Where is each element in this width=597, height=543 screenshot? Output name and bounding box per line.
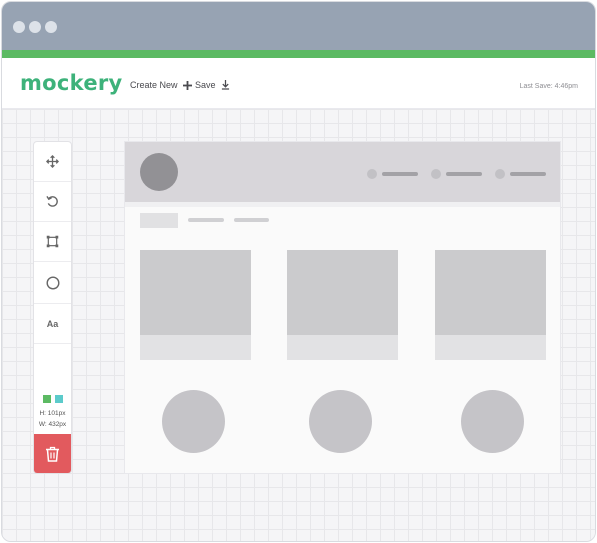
wireframe-text-line[interactable] — [234, 218, 269, 222]
window-titlebar — [2, 2, 595, 50]
trash-icon — [46, 446, 59, 462]
wireframe-divider — [125, 202, 560, 207]
wireframe-nav-bar[interactable] — [446, 172, 482, 176]
tool-palette: Aa H: 101px W: 432px — [33, 141, 72, 474]
move-icon — [46, 155, 59, 168]
undo-icon — [46, 196, 58, 207]
undo-tool[interactable] — [34, 182, 71, 222]
accent-strip — [2, 50, 595, 58]
wireframe-nav-dot[interactable] — [495, 169, 505, 179]
wireframe-header — [125, 142, 560, 202]
wireframe-nav-bar[interactable] — [382, 172, 418, 176]
window-minimize-dot[interactable] — [29, 21, 41, 33]
create-new-button[interactable]: Create New — [130, 80, 192, 90]
save-label: Save — [195, 80, 216, 90]
download-icon — [221, 80, 229, 90]
wireframe-card-image[interactable] — [435, 250, 546, 335]
wireframe-circle[interactable] — [309, 390, 372, 453]
swatch-teal[interactable] — [55, 395, 63, 403]
wireframe-artboard[interactable] — [124, 141, 561, 474]
height-readout: H: 101px — [39, 410, 66, 417]
circle-tool[interactable] — [34, 262, 71, 304]
width-readout: W: 432px — [38, 421, 67, 428]
app-header: mockery Create New Save Last Save: 4:46p… — [2, 58, 595, 109]
save-button[interactable]: Save — [195, 80, 230, 90]
wireframe-card-caption[interactable] — [287, 335, 398, 360]
create-new-label: Create New — [130, 80, 178, 90]
wireframe-card-image[interactable] — [287, 250, 398, 335]
wireframe-circle[interactable] — [162, 390, 225, 453]
wireframe-nav-dot[interactable] — [367, 169, 377, 179]
window-maximize-dot[interactable] — [45, 21, 57, 33]
text-tool[interactable]: Aa — [34, 304, 71, 344]
wireframe-card-image[interactable] — [140, 250, 251, 335]
text-icon: Aa — [46, 318, 59, 329]
wireframe-avatar[interactable] — [140, 153, 178, 191]
last-save-status: Last Save: 4:46pm — [519, 83, 578, 90]
app-logo: mockery — [20, 71, 123, 95]
wireframe-card-caption[interactable] — [435, 335, 546, 360]
wireframe-tag[interactable] — [140, 213, 178, 228]
wireframe-nav-bar[interactable] — [510, 172, 546, 176]
delete-button[interactable] — [34, 434, 71, 473]
rectangle-icon — [46, 235, 59, 248]
color-swatches — [43, 395, 63, 403]
circle-icon — [45, 275, 60, 290]
wireframe-circle[interactable] — [461, 390, 524, 453]
wireframe-nav-dot[interactable] — [431, 169, 441, 179]
swatch-green[interactable] — [43, 395, 51, 403]
rectangle-tool[interactable] — [34, 222, 71, 262]
wireframe-card-caption[interactable] — [140, 335, 251, 360]
plus-icon — [182, 80, 192, 90]
move-tool[interactable] — [34, 142, 71, 182]
window-close-dot[interactable] — [13, 21, 25, 33]
wireframe-text-line[interactable] — [188, 218, 224, 222]
